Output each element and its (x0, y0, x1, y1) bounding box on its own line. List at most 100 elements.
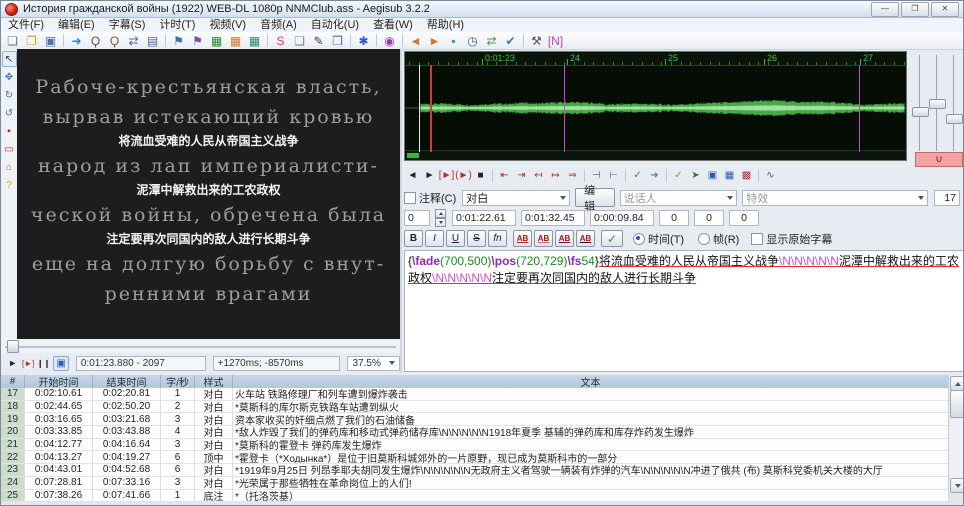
subtitle-row[interactable]: 230:04:43.010:04:52.686对白*1919年9月25日 列昂季… (1, 464, 949, 477)
karaoke-toggle-button[interactable]: ∪ (915, 152, 963, 167)
play-last-500-icon[interactable]: ↦ (547, 168, 564, 184)
panel-splitter[interactable] (400, 49, 402, 373)
spell-checker-icon[interactable]: ◉ (380, 33, 399, 49)
keyframe-marker[interactable] (564, 65, 565, 152)
menu-item-view[interactable]: 查看(W) (366, 18, 420, 32)
fonts-collector-icon[interactable]: ▦ (207, 33, 226, 49)
translation-assistant-icon[interactable]: ⚑ (188, 33, 207, 49)
scroll-right-icon[interactable]: ► (421, 168, 438, 184)
strikeout-button[interactable]: S (467, 230, 486, 247)
margin-left-field[interactable]: 0 (659, 210, 689, 226)
menu-item-automation[interactable]: 自动化(U) (304, 18, 366, 32)
show-original-checkbox[interactable] (751, 233, 763, 245)
spectrum-mode-icon[interactable]: ▦ (721, 168, 738, 184)
grid-header-2[interactable]: 结束时间 (93, 375, 161, 388)
play-to-end-icon[interactable]: ⇒ (564, 168, 581, 184)
subtitle-row[interactable]: 210:04:12.770:04:16.643对白*莫斯科的霍登卡 弹药库发生爆… (1, 439, 949, 452)
snap-to-scene-icon[interactable]: ▪ (444, 33, 463, 49)
subtitle-row[interactable]: 220:04:13.270:04:19.276顶中*霍登卡（*Ходынка*）… (1, 451, 949, 464)
video-play-button[interactable]: ► (5, 356, 20, 371)
subtitle-row[interactable]: 180:02:44.650:02:50.202对白*莫斯科的库尔斯克铁路车站遭到… (1, 401, 949, 414)
shadow-color-button[interactable]: AB (576, 230, 595, 247)
selection-start-marker[interactable] (430, 65, 432, 152)
grid-header-4[interactable]: 样式 (195, 375, 233, 388)
audio-marker[interactable] (419, 65, 420, 152)
subtitle-row[interactable]: 190:03:16.650:03:21.683对白资本家收买的奸细点燃了我们的石… (1, 413, 949, 426)
bold-button[interactable]: B (404, 230, 423, 247)
play-500-before-icon[interactable]: ⇤ (496, 168, 513, 184)
paste-over-icon[interactable]: ❒ (328, 33, 347, 49)
outline-color-button[interactable]: AB (555, 230, 574, 247)
rotate-z-mode-icon[interactable]: ↻ (2, 87, 17, 103)
horizontal-zoom-slider[interactable] (912, 107, 929, 117)
drag-mode-icon[interactable]: ✥ (2, 69, 17, 85)
menu-item-file[interactable]: 文件(F) (1, 18, 51, 32)
styles-manager-icon[interactable]: S (271, 33, 290, 49)
properties-icon[interactable]: ✎ (309, 33, 328, 49)
attachments-icon[interactable]: ❑ (290, 33, 309, 49)
karaoke-mode-icon[interactable]: ∿ (762, 168, 779, 184)
play-line-icon[interactable]: (►) (455, 168, 472, 184)
primary-color-button[interactable]: AB (513, 230, 532, 247)
standard-mode-icon[interactable]: ↖ (2, 51, 17, 67)
grid-header-3[interactable]: 字/秒 (161, 375, 195, 388)
edit-style-button[interactable]: 编辑 (575, 188, 615, 207)
video-auto-seek-toggle[interactable]: ▣ (53, 356, 69, 371)
margin-right-field[interactable]: 0 (694, 210, 724, 226)
comment-checkbox[interactable] (404, 192, 416, 204)
play-selection-icon[interactable]: [►] (438, 168, 455, 184)
subtitle-row[interactable]: 240:07:28.810:07:33.163对白*光荣属于那些牺牲在革命岗位上… (1, 477, 949, 490)
italic-button[interactable]: I (425, 230, 444, 247)
secondary-color-button[interactable]: AB (534, 230, 553, 247)
time-radio[interactable] (633, 233, 645, 245)
subtitle-row[interactable]: 200:03:33.850:03:43.884对白*敌人炸毁了我们的弹药库和移动… (1, 426, 949, 439)
layer-spinner[interactable] (435, 209, 446, 227)
new-subtitles-icon[interactable]: ❏ (3, 33, 22, 49)
sort-lines-icon[interactable]: ⇄ (482, 33, 501, 49)
replace-icon[interactable]: Ϙ (105, 33, 124, 49)
go-to-selection-icon[interactable]: ➜ (646, 168, 663, 184)
vertical-zoom-slider[interactable] (929, 99, 946, 109)
subtitle-row[interactable]: 170:02:10.610:02:20.811对白火车站 铁路修理厂和列车遭到爆… (1, 388, 949, 401)
resample-resolution-icon[interactable]: ▦ (226, 33, 245, 49)
vector-clip-mode-icon[interactable]: ⌂ (2, 159, 17, 175)
new-window-icon[interactable]: [N] (546, 33, 565, 49)
shift-times-icon[interactable]: ⇄ (124, 33, 143, 49)
save-subtitles-icon[interactable]: ▣ (41, 33, 60, 49)
video-seek-thumb[interactable] (7, 340, 19, 353)
close-button[interactable]: ✕ (931, 2, 959, 17)
stop-icon[interactable]: ■ (472, 168, 489, 184)
grid-header-1[interactable]: 开始时间 (25, 375, 93, 388)
select-visible-icon[interactable]: ✔ (501, 33, 520, 49)
audio-display[interactable]: 0:01:2324252627 (404, 51, 907, 161)
maximize-button[interactable]: ❐ (901, 2, 929, 17)
scroll-up-button[interactable] (950, 376, 964, 391)
auto-commit-icon[interactable]: ✓ (670, 168, 687, 184)
actor-select[interactable]: 说话人 (620, 190, 738, 206)
menu-item-subtitle[interactable]: 字幕(S) (102, 18, 153, 32)
lead-out-icon[interactable]: ⊢ (605, 168, 622, 184)
scale-mode-icon[interactable]: ▪ (2, 123, 17, 139)
video-help-icon[interactable]: ? (2, 177, 17, 193)
grid-header-0[interactable]: # (1, 375, 25, 388)
subtitle-text-editor[interactable]: {\fade(700,500)\pos(720,729)\fs54}将流血受难的… (404, 250, 964, 372)
play-first-500-icon[interactable]: ↤ (530, 168, 547, 184)
video-zoom-select[interactable]: 37.5% (347, 356, 400, 371)
seek-next-icon[interactable]: ► (425, 33, 444, 49)
video-pause-button[interactable]: ❙❙ (36, 356, 51, 371)
open-subtitles-icon[interactable]: ❐ (22, 33, 41, 49)
commit-icon[interactable]: ✓ (629, 168, 646, 184)
minimize-button[interactable]: — (871, 2, 899, 17)
grid-header-5[interactable]: 文本 (233, 375, 949, 388)
start-time-field[interactable]: 0:01:22.61 (452, 210, 516, 226)
audio-scrollbar[interactable] (405, 150, 906, 160)
grid-scrollbar[interactable] (948, 375, 964, 493)
volume-slider[interactable] (946, 114, 963, 124)
video-play-line-button[interactable]: [►] (20, 356, 35, 371)
duration-field[interactable]: 0:00:09.84 (590, 210, 654, 226)
auto-next-icon[interactable]: ➤ (687, 168, 704, 184)
menu-item-edit[interactable]: 编辑(E) (51, 18, 102, 32)
jump-to-icon[interactable]: ➜ (67, 33, 86, 49)
menu-item-audio[interactable]: 音频(A) (253, 18, 304, 32)
clip-mode-icon[interactable]: ▭ (2, 141, 17, 157)
